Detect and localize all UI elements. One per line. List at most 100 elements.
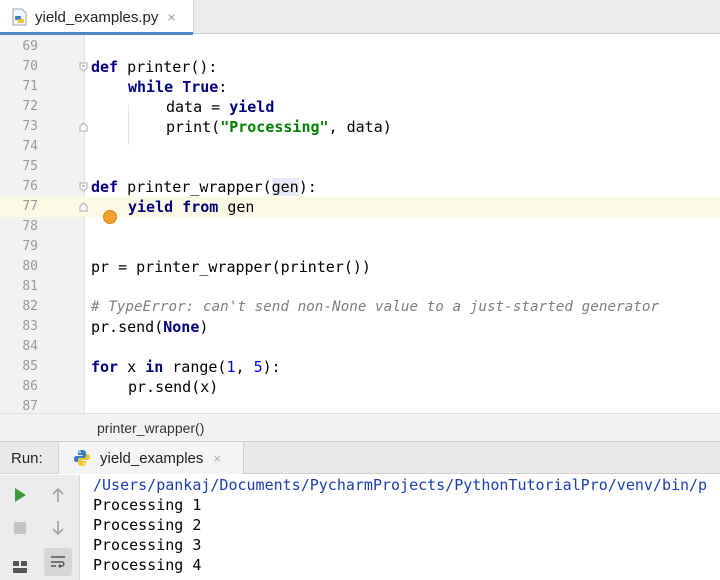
code-line-70: 70 def printer(): xyxy=(0,57,720,77)
code-keyword: in xyxy=(145,358,164,376)
line-number: 76 xyxy=(22,179,38,194)
play-icon[interactable] xyxy=(8,483,32,507)
code-line-69: 69 xyxy=(0,37,720,57)
code-token: : xyxy=(218,78,228,96)
code-keyword: yield xyxy=(229,98,275,116)
line-number: 81 xyxy=(22,279,38,294)
code-token: gen xyxy=(218,198,255,216)
code-token: range( xyxy=(163,358,227,376)
code-line-80: 80 pr = printer_wrapper(printer()) xyxy=(0,257,720,277)
code-token: printer(): xyxy=(118,58,218,76)
run-tool-window-header: Run: yield_examples × xyxy=(0,442,720,474)
code-text: while True: xyxy=(128,77,227,97)
soft-wrap-icon[interactable] xyxy=(44,548,72,576)
code-keyword: for xyxy=(91,358,119,376)
code-keyword: def xyxy=(91,178,119,196)
run-tab-yield-examples[interactable]: yield_examples × xyxy=(58,442,244,474)
line-number: 83 xyxy=(22,319,38,334)
code-token: x xyxy=(118,358,146,376)
fold-end-marker-icon[interactable] xyxy=(79,122,88,132)
code-text: pr.send(x) xyxy=(128,378,219,396)
code-keyword: def xyxy=(91,58,119,76)
breadcrumb: printer_wrapper() xyxy=(0,413,720,442)
code-token: print( xyxy=(166,118,221,136)
code-number: 1 xyxy=(226,358,236,376)
code-line-83: 83 pr.send(None) xyxy=(0,317,720,337)
code-editor[interactable]: 69 70 def printer(): 71 while True: 72 d… xyxy=(0,35,720,413)
code-line-84: 84 xyxy=(0,337,720,357)
line-number: 71 xyxy=(22,79,38,94)
line-number: 73 xyxy=(22,119,38,134)
python-icon xyxy=(73,449,91,467)
code-text: pr = printer_wrapper(printer()) xyxy=(91,258,371,276)
python-file-icon xyxy=(12,8,28,26)
code-keyword: while xyxy=(128,78,174,96)
fold-marker-icon[interactable] xyxy=(79,182,88,192)
run-console[interactable]: /Users/pankaj/Documents/PycharmProjects/… xyxy=(81,475,720,580)
code-number: 5 xyxy=(253,358,263,376)
code-token: , xyxy=(235,358,254,376)
code-line-71: 71 while True: xyxy=(0,77,720,97)
fold-end-marker-icon[interactable] xyxy=(79,202,88,212)
code-token: ): xyxy=(262,358,281,376)
code-text: for x in range(1, 5): xyxy=(91,357,281,377)
code-line-72: 72 data = yield xyxy=(0,97,720,117)
run-label: Run: xyxy=(11,450,43,467)
run-tab-label: yield_examples xyxy=(100,449,204,467)
code-text: print("Processing", data) xyxy=(166,117,392,137)
code-keyword: yield from xyxy=(128,198,219,216)
run-toolbar xyxy=(0,475,80,580)
line-number: 82 xyxy=(22,299,38,314)
fold-marker-icon[interactable] xyxy=(79,62,88,72)
console-output-line: Processing 1 xyxy=(93,496,202,514)
code-line-87: 87 xyxy=(0,397,720,413)
line-number: 85 xyxy=(22,359,38,374)
line-number: 84 xyxy=(22,339,38,354)
line-number: 72 xyxy=(22,99,38,114)
code-text: def printer_wrapper(gen): xyxy=(91,177,317,197)
arrow-up-icon[interactable] xyxy=(46,483,70,507)
code-comment: # TypeError: can't send non-None value t… xyxy=(91,299,660,315)
code-parameter: gen xyxy=(271,178,299,196)
console-output-line: Processing 2 xyxy=(93,516,202,534)
code-string: "Processing" xyxy=(220,118,329,136)
line-number: 70 xyxy=(22,59,38,74)
code-text: data = yield xyxy=(166,97,274,117)
code-line-79: 79 xyxy=(0,237,720,257)
code-line-86: 86 pr.send(x) xyxy=(0,377,720,397)
close-icon[interactable]: × xyxy=(167,9,175,25)
close-icon[interactable]: × xyxy=(213,451,221,466)
line-number: 87 xyxy=(22,399,38,413)
code-line-81: 81 xyxy=(0,277,720,297)
code-line-73: 73 print("Processing", data) xyxy=(0,117,720,137)
editor-tab-bar: yield_examples.py × xyxy=(0,0,720,35)
code-text: yield from gen xyxy=(128,197,254,217)
code-line-75: 75 xyxy=(0,157,720,177)
code-line-82: 82 # TypeError: can't send non-None valu… xyxy=(0,297,720,317)
code-line-74: 74 xyxy=(0,137,720,157)
line-number: 78 xyxy=(22,219,38,234)
editor-tab-yield-examples[interactable]: yield_examples.py × xyxy=(0,0,194,35)
layout-icon[interactable] xyxy=(8,555,32,579)
stop-icon[interactable] xyxy=(8,516,32,540)
arrow-down-icon[interactable] xyxy=(46,516,70,540)
line-number: 69 xyxy=(22,39,38,54)
code-token: , data) xyxy=(328,118,392,136)
code-token: printer_wrapper( xyxy=(118,178,272,196)
line-number: 79 xyxy=(22,239,38,254)
line-number: 80 xyxy=(22,259,38,274)
code-line-85: 85 for x in range(1, 5): xyxy=(0,357,720,377)
code-token: ): xyxy=(298,178,317,196)
code-keyword: None xyxy=(163,318,200,336)
intention-bulb-icon[interactable] xyxy=(103,210,117,224)
code-text: def printer(): xyxy=(91,57,217,77)
console-command-line: /Users/pankaj/Documents/PycharmProjects/… xyxy=(93,476,708,494)
console-output-line: Processing 3 xyxy=(93,536,202,554)
line-number: 74 xyxy=(22,139,38,154)
console-output-line: Processing 4 xyxy=(93,556,202,574)
line-number: 86 xyxy=(22,379,38,394)
code-keyword: True xyxy=(182,78,219,96)
line-number: 75 xyxy=(22,159,38,174)
breadcrumb-item-printer-wrapper[interactable]: printer_wrapper() xyxy=(97,420,204,436)
code-token: ) xyxy=(199,318,209,336)
